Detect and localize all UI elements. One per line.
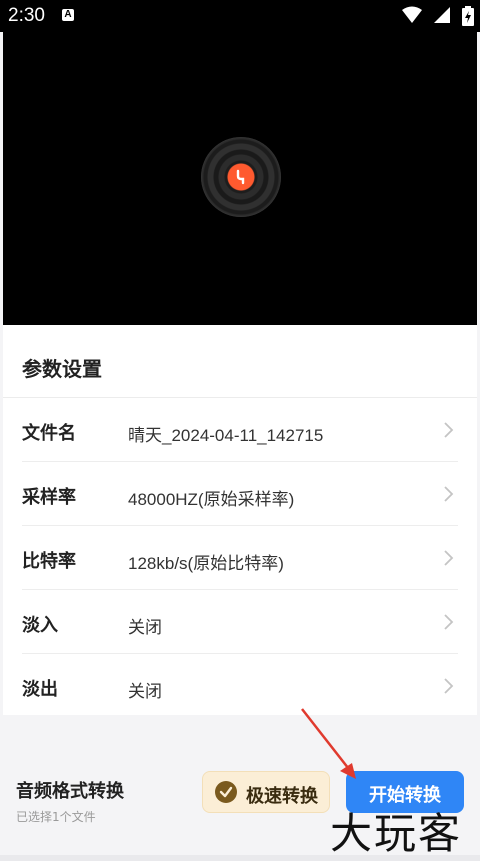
battery-icon xyxy=(462,6,474,26)
setting-value: 48000HZ(原始采样率) xyxy=(128,490,295,509)
setting-label: 采样率 xyxy=(22,487,76,508)
setting-row-fade-in[interactable]: 淡入 关闭 xyxy=(3,590,477,654)
setting-label: 淡出 xyxy=(22,679,58,700)
audio-player-preview[interactable] xyxy=(3,32,477,325)
setting-value: 关闭 xyxy=(128,682,162,701)
chevron-right-icon xyxy=(444,486,454,502)
settings-panel: 参数设置 文件名 晴天_2024-04-11_142715 采样率 48000H… xyxy=(3,325,477,715)
setting-label: 淡入 xyxy=(22,615,58,636)
setting-row-filename[interactable]: 文件名 晴天_2024-04-11_142715 xyxy=(3,398,477,462)
chevron-right-icon xyxy=(444,678,454,694)
setting-row-fade-out[interactable]: 淡出 关闭 xyxy=(3,654,477,718)
vinyl-disc-icon[interactable] xyxy=(201,137,281,217)
music-note-icon xyxy=(236,169,245,185)
setting-value: 128kb/s(原始比特率) xyxy=(128,554,284,573)
check-circle-icon xyxy=(215,781,237,803)
setting-label: 比特率 xyxy=(22,551,76,572)
chevron-right-icon xyxy=(444,550,454,566)
status-icons xyxy=(396,6,474,26)
signal-icon xyxy=(433,7,450,23)
fast-convert-label: 极速转换 xyxy=(246,786,318,807)
bottom-title: 音频格式转换 xyxy=(16,781,124,802)
setting-row-sample-rate[interactable]: 采样率 48000HZ(原始采样率) xyxy=(3,462,477,526)
chevron-right-icon xyxy=(444,422,454,438)
status-bar: 2:30 A xyxy=(0,0,480,32)
annotation-arrow-icon xyxy=(301,708,356,779)
notification-icon: A xyxy=(62,9,74,21)
selected-count: 已选择1个文件 xyxy=(16,810,96,824)
status-time: 2:30 xyxy=(8,5,45,26)
settings-title: 参数设置 xyxy=(22,357,102,381)
setting-row-bit-rate[interactable]: 比特率 128kb/s(原始比特率) xyxy=(3,526,477,590)
app-screen: 2:30 A 参数设置 文件名 晴天_2024-04-11_142715 采样率… xyxy=(0,0,480,858)
chevron-right-icon xyxy=(444,614,454,630)
setting-label: 文件名 xyxy=(22,423,76,444)
wifi-icon xyxy=(401,6,422,23)
watermark-logo: 大玩客 xyxy=(330,809,463,858)
setting-value: 关闭 xyxy=(128,618,162,637)
setting-value: 晴天_2024-04-11_142715 xyxy=(128,426,324,445)
